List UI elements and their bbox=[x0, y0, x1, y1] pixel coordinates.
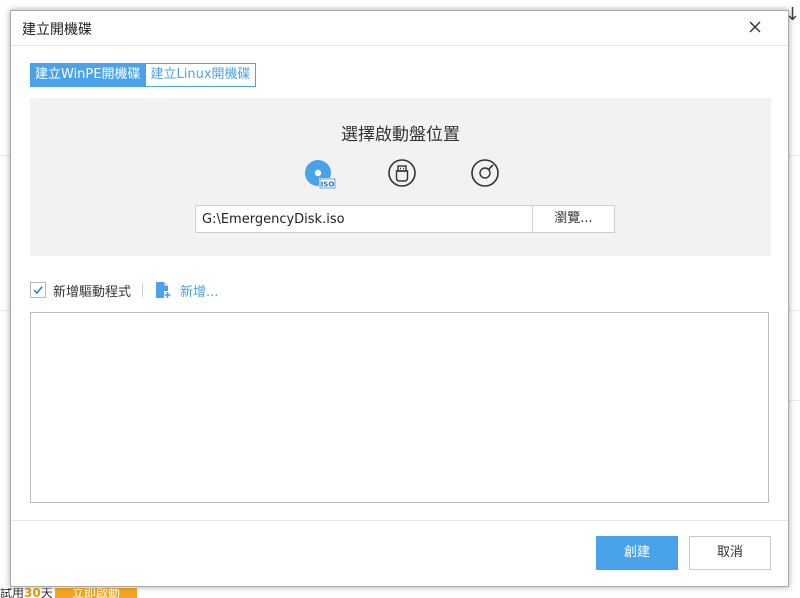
trial-status-text: 試用30天 bbox=[0, 588, 53, 598]
dialog-title: 建立開機碟 bbox=[22, 22, 92, 38]
usb-option[interactable] bbox=[387, 158, 421, 192]
browse-button[interactable]: 瀏覽... bbox=[533, 205, 615, 233]
background-divider bbox=[0, 310, 10, 311]
iso-disc-icon: ISO bbox=[305, 160, 336, 189]
tab-linux[interactable]: 建立Linux開機碟 bbox=[145, 63, 256, 87]
trial-prefix: 試用 bbox=[0, 588, 25, 598]
create-boot-disk-dialog: 建立開機碟 建立WinPE開機碟 建立Linux開機碟 選擇啟動盤位置 ISO bbox=[10, 10, 789, 587]
add-driver-checkbox[interactable] bbox=[30, 282, 46, 298]
add-driver-label: 新增驅動程式 bbox=[53, 284, 132, 300]
create-button[interactable]: 創建 bbox=[596, 536, 678, 570]
boot-disk-type-tabs: 建立WinPE開機碟 建立Linux開機碟 bbox=[30, 63, 256, 87]
boot-media-options: ISO bbox=[304, 158, 524, 194]
trial-suffix: 天 bbox=[40, 588, 53, 598]
add-driver-link[interactable]: 新增... bbox=[155, 281, 218, 300]
boot-location-heading: 選擇啟動盤位置 bbox=[341, 125, 460, 145]
checkmark-icon bbox=[33, 286, 43, 295]
background-divider bbox=[0, 155, 10, 156]
cd-option[interactable] bbox=[470, 158, 504, 192]
background-divider bbox=[789, 155, 800, 156]
iso-option[interactable]: ISO bbox=[304, 158, 338, 192]
driver-list[interactable] bbox=[30, 312, 769, 503]
dialog-titlebar: 建立開機碟 bbox=[11, 11, 788, 46]
close-icon bbox=[749, 21, 761, 33]
background-divider bbox=[789, 400, 800, 401]
tab-winpe[interactable]: 建立WinPE開機碟 bbox=[30, 63, 146, 87]
add-file-icon bbox=[156, 282, 172, 299]
add-driver-link-label: 新增... bbox=[180, 284, 219, 300]
cd-dvd-icon bbox=[471, 159, 499, 187]
boot-location-panel: 選擇啟動盤位置 ISO G:\EmergencyDisk.iso 瀏覽... bbox=[30, 98, 771, 256]
driver-row-divider bbox=[142, 283, 144, 297]
boot-path-input[interactable] bbox=[195, 205, 533, 233]
trial-status-bar: 試用30天 立即啟動 bbox=[0, 588, 800, 598]
trial-days: 30 bbox=[24, 588, 41, 598]
iso-badge-text: ISO bbox=[321, 181, 335, 189]
driver-options-row: 新增驅動程式 新增... bbox=[30, 280, 218, 300]
close-button[interactable] bbox=[746, 18, 764, 36]
dialog-footer: 創建 取消 bbox=[11, 520, 788, 587]
background-divider bbox=[789, 310, 800, 311]
activate-now-button[interactable]: 立即啟動 bbox=[55, 588, 137, 598]
usb-drive-icon bbox=[388, 159, 416, 187]
cancel-button[interactable]: 取消 bbox=[689, 536, 771, 570]
